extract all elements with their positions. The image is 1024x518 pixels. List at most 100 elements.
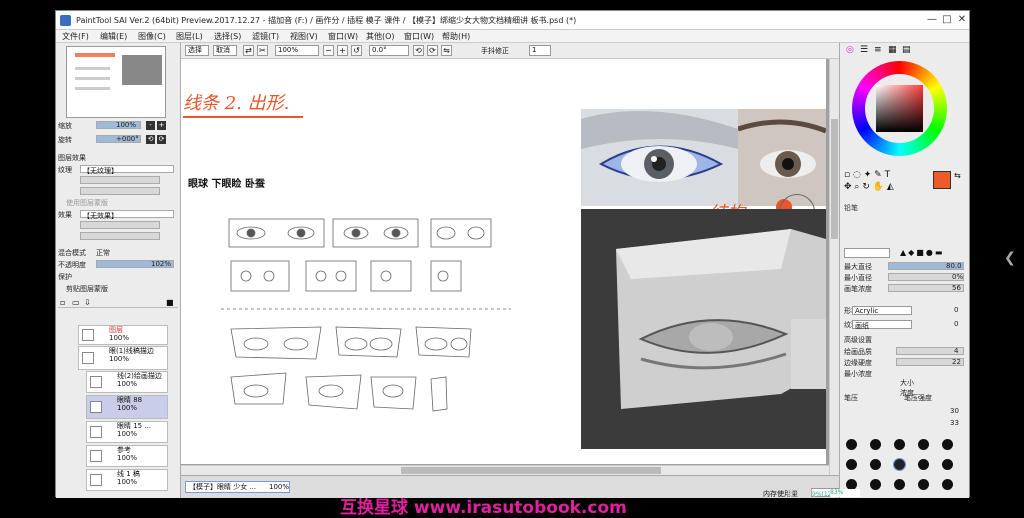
menu-window-2[interactable]: 窗口(W) [404,31,434,42]
horizontal-scrollbar[interactable] [181,465,829,475]
new-layer-icon[interactable]: ▫ [60,298,65,307]
color-wheel[interactable] [852,61,947,156]
stabilizer-select[interactable]: 1 [529,45,551,56]
blend-mode-select[interactable] [844,248,890,258]
vertical-scroll-thumb[interactable] [831,119,838,239]
eyedropper-icon[interactable]: ✎ [874,170,882,180]
current-color-swatch[interactable] [933,171,951,189]
select-tool-icon[interactable]: ▫ [844,170,850,180]
visibility-toggle[interactable] [90,401,102,413]
hand-tool-icon[interactable]: ✋ [873,182,884,192]
color-saturation-square[interactable] [876,85,923,132]
rotate-cw-icon[interactable]: ⟳ [427,45,438,56]
zoom-tool-icon[interactable]: ⌕ [854,182,859,192]
lasso-tool-icon[interactable]: ◌ [853,170,861,180]
texture-strength-slider[interactable] [80,187,160,195]
brush-preset[interactable] [870,479,881,490]
color-wheel-tab-icon[interactable]: ◎ [846,45,854,55]
zoom-box[interactable]: 100% [275,45,319,56]
menu-image[interactable]: 图像(C) [138,31,166,42]
zoom-reset-icon[interactable]: ↺ [351,45,362,56]
menu-other[interactable]: 其他(O) [366,31,395,42]
canvas-area[interactable]: 线条 2. 出形. 眼球 下眼睑 卧蚕 [181,59,829,475]
density-checkbox[interactable]: 浓度 [900,388,914,398]
brush-texture-select[interactable]: 画纸 [852,320,912,330]
menu-layer[interactable]: 图层(L) [176,31,203,42]
brush-preset-selected[interactable] [893,458,906,471]
use-mask-label[interactable]: 使用图层蒙版 [66,198,108,208]
brush-preset[interactable] [918,439,929,450]
close-button[interactable]: ✕ [954,13,970,27]
zoom-out-button[interactable]: - [146,121,155,130]
visibility-toggle[interactable] [90,474,102,486]
effect-select[interactable]: 【无效果】 [80,210,174,220]
texture-select[interactable]: 【无纹理】 [80,165,174,175]
rotate-left-button[interactable]: ⟲ [146,135,155,144]
layer-item-selected[interactable]: 眼睛 88 100% [86,395,168,419]
navigator-preview[interactable] [66,46,166,118]
rotation-box[interactable]: 0.0° [369,45,409,56]
flip-icon[interactable]: ⇋ [441,45,452,56]
layer-item[interactable]: 参考 100% [86,445,168,467]
brush-preset[interactable] [942,479,953,490]
brush-preset[interactable] [942,439,953,450]
swap-colors-icon[interactable]: ⇆ [954,171,961,180]
menu-help[interactable]: 帮助(H) [442,31,470,42]
rotate-tool-icon[interactable]: ↻ [862,182,870,192]
shape-select[interactable]: Acrylic [852,306,912,315]
texture-scale-slider[interactable] [80,176,160,184]
visibility-toggle[interactable] [90,426,102,438]
vertical-scrollbar[interactable] [829,59,839,475]
invert-icon[interactable]: ⇄ [243,45,254,56]
move-tool-icon[interactable]: ✥ [844,182,852,192]
text-tool-icon[interactable]: T [885,170,891,180]
deselect-button[interactable]: 取消 [213,45,237,56]
brush-preset[interactable] [870,439,881,450]
size-checkbox[interactable]: 大小 [900,378,914,388]
zoom-out-icon[interactable]: − [323,45,334,56]
brush-preset[interactable] [894,479,905,490]
magic-wand-icon[interactable]: ✦ [864,170,872,180]
rotate-right-button[interactable]: ⟳ [157,135,166,144]
pencil-tool-label[interactable]: 铅笔 [844,204,858,212]
brush-preset[interactable] [846,459,857,470]
visibility-toggle[interactable] [90,376,102,388]
zoom-in-button[interactable]: + [157,121,166,130]
brush-tip-shapes[interactable]: ▲◆■●▬ [900,248,960,258]
chevron-left-icon[interactable]: ❮ [1004,250,1016,266]
menu-edit[interactable]: 编辑(E) [100,31,127,42]
brush-preset[interactable] [942,459,953,470]
layer-item[interactable]: 眼睛 15 ... 100% [86,421,168,443]
menu-view[interactable]: 视图(V) [290,31,318,42]
menu-filter[interactable]: 滤镜(T) [252,31,279,42]
brush-tool-grid[interactable]: 铅笔 [844,203,964,248]
brush-preset[interactable] [846,439,857,450]
brush-preset[interactable] [870,459,881,470]
visibility-toggle[interactable] [90,450,102,462]
advanced-settings-label[interactable]: 高级设置 [844,335,872,345]
menu-select[interactable]: 选择(S) [214,31,241,42]
rgb-slider-tab-icon[interactable]: ☰ [860,45,868,55]
layer-item[interactable]: 线(2)绘画描边 100% [86,371,168,393]
effect-strength-slider[interactable] [80,232,160,240]
zoom-in-icon[interactable]: + [337,45,348,56]
hsv-slider-tab-icon[interactable]: ≡ [874,45,882,55]
brush-preset[interactable] [918,479,929,490]
rotate-ccw-icon[interactable]: ⟲ [413,45,424,56]
swatches-tab-icon[interactable]: ▦ [888,45,897,55]
visibility-toggle[interactable] [82,329,94,341]
horizontal-scroll-thumb[interactable] [401,467,661,474]
menu-window[interactable]: 窗口(W) [328,31,358,42]
layer-item[interactable]: 线 1 稿 100% [86,469,168,491]
blend-mode-value[interactable]: 正常 [96,248,110,258]
layer-item[interactable]: 眼(1)线稿描边 100% [78,346,168,370]
bucket-tool-icon[interactable]: ◭ [887,182,894,192]
clip-label[interactable]: 剪贴图层蒙版 [66,284,108,294]
brush-preset[interactable] [894,439,905,450]
delete-layer-icon[interactable]: ■ [166,298,174,307]
scratchpad-tab-icon[interactable]: ▤ [902,45,911,55]
maximize-button[interactable]: □ [939,13,955,27]
merge-icon[interactable]: ⇩ [84,298,91,307]
select-button[interactable]: 选择 [185,45,209,56]
layer-item[interactable]: 图层 100% [78,325,168,345]
